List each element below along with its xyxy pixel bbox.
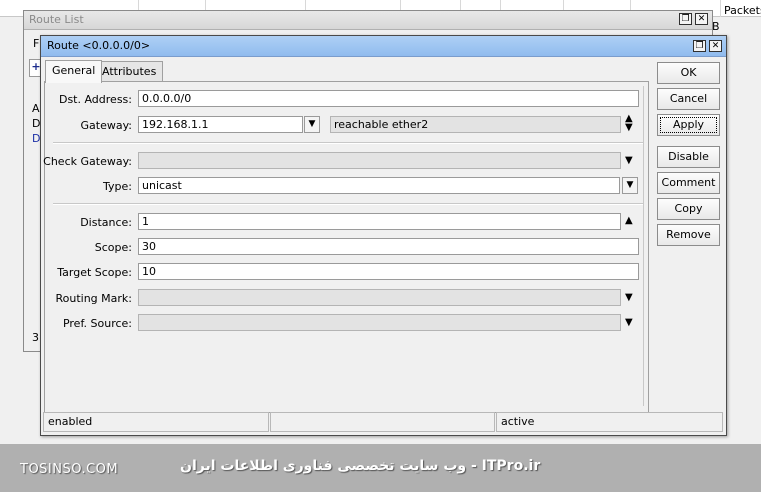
scope-field[interactable]: 30 [138, 238, 639, 255]
pref-source-dropdown-icon[interactable]: ▼ [625, 318, 633, 328]
remove-button[interactable]: Remove [657, 224, 720, 246]
gateway-dropdown-icon[interactable]: ▼ [304, 116, 320, 133]
check-gateway-dropdown-icon[interactable]: ▼ [625, 156, 633, 166]
apply-button[interactable]: Apply [657, 114, 720, 136]
ok-button[interactable]: OK [657, 62, 720, 84]
distance-collapse-icon[interactable]: ▲ [625, 216, 633, 226]
panel-scroll-divider [643, 86, 644, 406]
tab-general[interactable]: General [45, 60, 103, 83]
gateway-down-icon[interactable]: ▼ [625, 123, 633, 133]
status-enabled: enabled [43, 412, 269, 432]
gateway-label: Gateway: [80, 119, 133, 132]
route-window: Route <0.0.0.0/0> ❐ ✕ General Attributes… [40, 35, 727, 436]
target-scope-label: Target Scope: [57, 266, 132, 279]
target-scope-field[interactable]: 10 [138, 263, 639, 280]
type-label: Type: [103, 180, 132, 193]
status-middle [270, 412, 495, 432]
distance-field[interactable]: 1 [138, 213, 621, 230]
section-divider [53, 142, 643, 144]
status-active: active [496, 412, 723, 432]
gateway-status-field: reachable ether2 [330, 116, 621, 133]
comment-button[interactable]: Comment [657, 172, 720, 194]
general-panel: Dst. Address: 0.0.0.0/0 Gateway: 192.168… [43, 81, 649, 413]
restore-icon[interactable]: ❐ [693, 40, 706, 52]
packets-column-header[interactable]: Packets [724, 4, 761, 17]
section-divider [53, 203, 643, 205]
header-column-divider [720, 0, 721, 17]
background-fragment: A [32, 102, 40, 115]
disable-button[interactable]: Disable [657, 146, 720, 168]
pref-source-label: Pref. Source: [62, 317, 132, 330]
routing-mark-dropdown-icon[interactable]: ▼ [625, 293, 633, 303]
route-list-title: Route List [24, 11, 712, 30]
close-icon[interactable]: ✕ [709, 40, 722, 52]
type-field[interactable]: unicast [138, 177, 620, 194]
gateway-field[interactable]: 192.168.1.1 [138, 116, 303, 133]
distance-label: Distance: [80, 216, 132, 229]
close-icon[interactable]: ✕ [695, 13, 708, 25]
background-fragment: B [712, 20, 720, 33]
routing-mark-label: Routing Mark: [55, 292, 132, 305]
pref-source-field[interactable] [138, 314, 621, 331]
dst-address-label: Dst. Address: [58, 93, 132, 106]
background-fragment: F [33, 37, 40, 50]
check-gateway-label: Check Gateway: [43, 155, 132, 168]
cancel-button[interactable]: Cancel [657, 88, 720, 110]
restore-icon[interactable]: ❐ [679, 13, 692, 25]
watermark-right: ITPro.ir - وب سایت تخصصی فناوری اطلاعات … [180, 458, 541, 474]
watermark-left: TOSINSO.COM [20, 462, 119, 477]
dst-address-field[interactable]: 0.0.0.0/0 [138, 90, 639, 107]
routing-mark-field[interactable] [138, 289, 621, 306]
copy-button[interactable]: Copy [657, 198, 720, 220]
background-fragment: 3 [32, 331, 39, 344]
scope-label: Scope: [94, 241, 132, 254]
type-dropdown-icon[interactable]: ▼ [622, 177, 638, 194]
check-gateway-field[interactable] [138, 152, 621, 169]
tab-attributes[interactable]: Attributes [95, 61, 164, 82]
window-title: Route <0.0.0.0/0> [41, 36, 726, 57]
